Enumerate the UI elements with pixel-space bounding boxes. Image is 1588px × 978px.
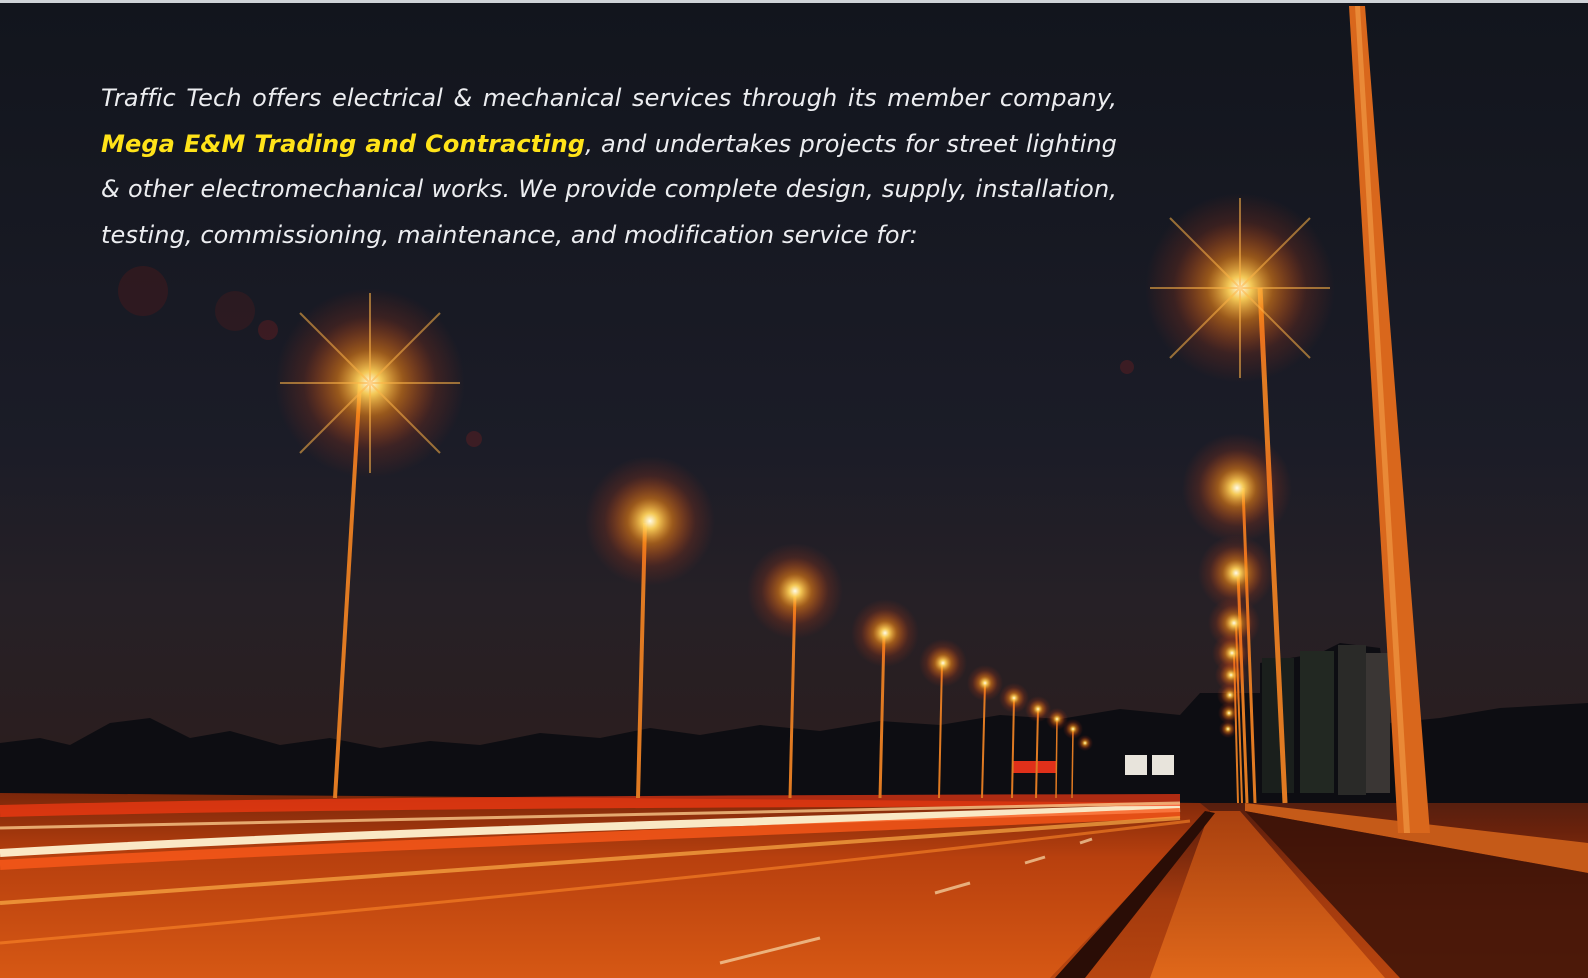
hero-section: Traffic Tech offers electrical & mechani…: [0, 0, 1588, 978]
company-name-highlight: Mega E&M Trading and Contracting: [101, 129, 586, 158]
intro-text-before: Traffic Tech offers electrical & mechani…: [101, 84, 1117, 112]
intro-paragraph: Traffic Tech offers electrical & mechani…: [101, 76, 1117, 258]
